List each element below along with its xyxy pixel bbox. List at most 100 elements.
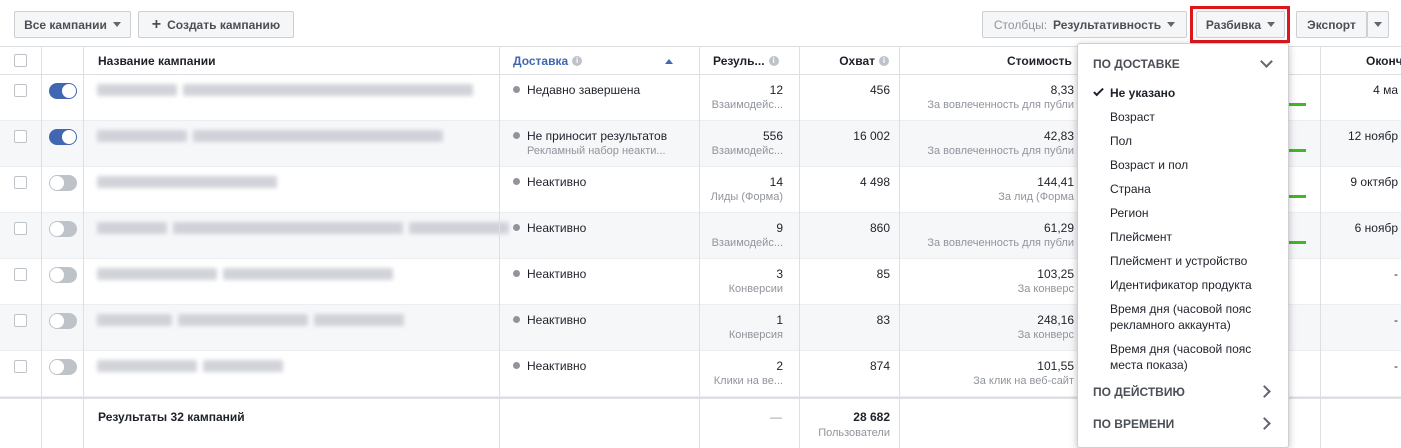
columns-value: Результативность xyxy=(1053,17,1162,32)
chevron-right-icon[interactable] xyxy=(1258,385,1271,398)
column-header-delivery[interactable]: Доставка i xyxy=(513,47,693,75)
chevron-down-icon[interactable] xyxy=(1260,55,1273,68)
create-campaign-button[interactable]: + Создать кампанию xyxy=(138,11,294,38)
campaign-name-redacted[interactable] xyxy=(97,130,187,142)
campaign-name-redacted[interactable] xyxy=(97,222,167,234)
toggle-knob xyxy=(62,84,76,98)
column-header-ends[interactable]: Оконч xyxy=(1366,47,1401,75)
campaign-toggle[interactable] xyxy=(49,267,77,283)
campaign-name-redacted[interactable] xyxy=(203,360,283,372)
row-checkbox[interactable] xyxy=(14,176,27,189)
delivery-status: Неактивно xyxy=(527,359,587,373)
column-header-cost[interactable]: Стоимость xyxy=(1007,47,1072,75)
breakdown-option[interactable]: Страна xyxy=(1110,181,1280,197)
section-by-time[interactable]: ПО ВРЕМЕНИ xyxy=(1093,417,1174,431)
column-header-reach[interactable]: Охват i xyxy=(800,47,889,75)
status-dot-icon xyxy=(513,270,520,277)
reach-value: 456 xyxy=(869,83,890,97)
cost-value: 248,16 xyxy=(1037,313,1074,327)
row-checkbox[interactable] xyxy=(14,360,27,373)
column-divider xyxy=(1320,46,1321,448)
results-type: Конверсия xyxy=(728,329,783,341)
campaign-name-redacted[interactable] xyxy=(173,222,403,234)
breakdown-menu: ПО ДОСТАВКЕ Не указано Возраст Пол Возраст … xyxy=(1077,43,1289,448)
campaign-toggle[interactable] xyxy=(49,221,77,237)
status-dot-icon xyxy=(513,178,520,185)
column-header-name[interactable]: Название кампании xyxy=(98,47,215,75)
toggle-knob xyxy=(50,268,64,282)
breakdown-option[interactable]: Плейсмент xyxy=(1110,229,1280,245)
breakdown-option[interactable]: Не указано xyxy=(1110,85,1280,101)
cost-type: За вовлеченность для публи xyxy=(927,237,1074,249)
cost-value: 101,55 xyxy=(1037,359,1074,373)
columns-dropdown[interactable]: Столбцы: Результативность xyxy=(982,11,1187,38)
campaign-toggle[interactable] xyxy=(49,83,77,99)
campaign-name-redacted[interactable] xyxy=(223,268,393,280)
campaign-name-redacted[interactable] xyxy=(409,222,509,234)
export-label: Экспорт xyxy=(1307,17,1356,32)
row-checkbox[interactable] xyxy=(14,130,27,143)
caret-down-icon xyxy=(112,22,121,27)
results-type: Взаимодейс... xyxy=(711,237,783,249)
campaign-name-redacted[interactable] xyxy=(97,360,197,372)
select-all-checkbox[interactable] xyxy=(14,54,27,67)
plus-icon: + xyxy=(151,15,162,33)
footer-reach: 28 682 xyxy=(853,410,890,424)
campaign-name-redacted[interactable] xyxy=(97,314,172,326)
export-options-button[interactable] xyxy=(1367,11,1389,38)
cost-value: 144,41 xyxy=(1037,175,1074,189)
breakdown-option[interactable]: Идентификатор продукта xyxy=(1110,277,1280,293)
cost-type: За конверс xyxy=(1017,283,1074,295)
caret-down-icon xyxy=(1374,22,1382,27)
toggle-knob xyxy=(50,222,64,236)
campaign-toggle[interactable] xyxy=(49,313,77,329)
footer-summary: Результаты 32 кампаний xyxy=(98,410,245,424)
export-button[interactable]: Экспорт xyxy=(1296,11,1367,38)
footer-reach-sub: Пользователи xyxy=(818,427,890,439)
row-checkbox[interactable] xyxy=(14,222,27,235)
caret-down-icon xyxy=(1167,22,1176,27)
column-divider xyxy=(699,46,700,448)
breakdown-option[interactable]: Время дня (часовой пояс рекламного аккау… xyxy=(1110,301,1280,333)
highlight-box xyxy=(1190,6,1290,43)
campaign-toggle[interactable] xyxy=(49,129,77,145)
column-label: Резуль... xyxy=(713,54,765,68)
breakdown-option[interactable]: Возраст xyxy=(1110,109,1280,125)
campaign-name-redacted[interactable] xyxy=(97,84,177,96)
campaign-name-redacted[interactable] xyxy=(183,84,473,96)
cost-type: За вовлеченность для публи xyxy=(927,145,1074,157)
row-checkbox[interactable] xyxy=(14,268,27,281)
end-date: - xyxy=(1394,267,1398,281)
campaign-name-redacted[interactable] xyxy=(97,268,217,280)
end-date: 9 октябр xyxy=(1350,175,1398,189)
delivery-status: Неактивно xyxy=(527,175,587,189)
breakdown-option[interactable]: Возраст и пол xyxy=(1110,157,1280,173)
breakdown-option[interactable]: Пол xyxy=(1110,133,1280,149)
results-value: 1 xyxy=(776,313,783,327)
row-checkbox[interactable] xyxy=(14,314,27,327)
breakdown-option[interactable]: Плейсмент и устройство xyxy=(1110,253,1280,269)
column-divider xyxy=(799,46,800,448)
section-by-action[interactable]: ПО ДЕЙСТВИЮ xyxy=(1093,385,1185,399)
all-campaigns-dropdown[interactable]: Все кампании xyxy=(14,11,131,38)
footer-results: — xyxy=(770,410,782,424)
row-checkbox[interactable] xyxy=(14,84,27,97)
column-label: Стоимость xyxy=(1007,54,1072,68)
chevron-right-icon[interactable] xyxy=(1258,417,1271,430)
column-header-results[interactable]: Резуль... i xyxy=(713,47,779,75)
campaign-toggle[interactable] xyxy=(49,175,77,191)
breakdown-option[interactable]: Регион xyxy=(1110,205,1280,221)
campaign-toggle[interactable] xyxy=(49,359,77,375)
breakdown-option[interactable]: Время дня (часовой пояс места показа) xyxy=(1110,341,1280,373)
column-label: Охват xyxy=(839,54,875,68)
campaign-name-redacted[interactable] xyxy=(193,130,443,142)
delivery-progress-bar xyxy=(1288,195,1306,198)
column-divider xyxy=(41,46,42,448)
campaign-name-redacted[interactable] xyxy=(97,176,277,188)
campaign-name-redacted[interactable] xyxy=(178,314,308,326)
campaign-name-redacted[interactable] xyxy=(314,314,404,326)
status-dot-icon xyxy=(513,86,520,93)
delivery-status: Неактивно xyxy=(527,313,587,327)
section-by-delivery[interactable]: ПО ДОСТАВКЕ xyxy=(1093,57,1180,71)
cost-type: За вовлеченность для публи xyxy=(927,99,1074,111)
